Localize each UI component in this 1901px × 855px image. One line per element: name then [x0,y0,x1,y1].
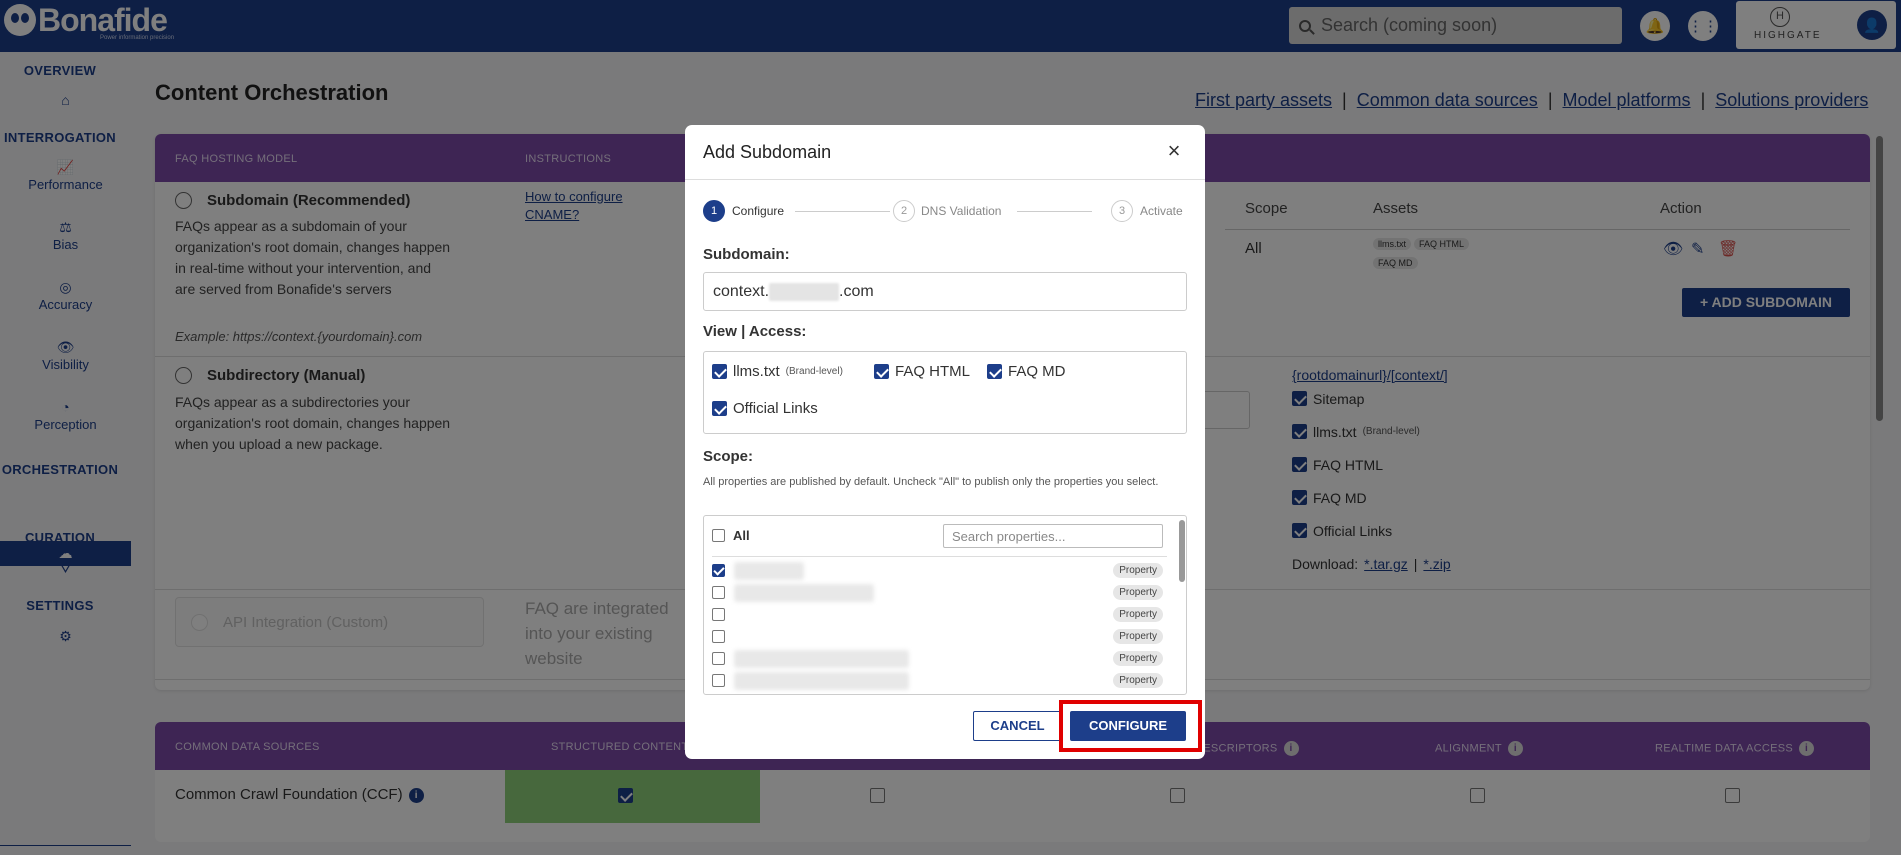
checkbox[interactable] [874,364,889,379]
option-label: Official Links [733,400,818,417]
step-1-indicator: 1 [703,200,725,222]
checkbox[interactable] [712,364,727,379]
access-faq-md-option[interactable]: FAQ MD [987,363,1066,380]
cancel-button[interactable]: CANCEL [973,711,1062,741]
modal-divider [685,179,1205,180]
property-tag: Property [1113,563,1163,578]
property-search-input[interactable] [943,524,1163,548]
checkbox[interactable] [712,674,725,687]
property-tag: Property [1113,585,1163,600]
add-subdomain-modal: Add Subdomain × 1 Configure 2 DNS Valida… [685,125,1205,759]
access-options: llms.txt (Brand-level) FAQ HTML FAQ MD Of… [703,351,1187,434]
redacted-property [734,650,909,668]
redacted-property [734,672,909,690]
checkbox[interactable] [712,586,725,599]
scope-help-text: All properties are published by default.… [703,476,1159,488]
redacted-property [734,562,804,580]
option-label: llms.txt [733,363,780,380]
checkbox[interactable] [712,529,725,542]
property-tag: Property [1113,651,1163,666]
configure-highlight-box [1059,700,1202,752]
property-row[interactable]: Property [712,650,1167,668]
checkbox[interactable] [712,630,725,643]
step-connector [1017,211,1092,212]
step-3-label: Activate [1140,204,1183,218]
property-tag: Property [1113,629,1163,644]
close-icon[interactable]: × [1163,140,1185,162]
property-row[interactable]: Property [712,584,1167,602]
redacted-domain [769,282,840,301]
checkbox[interactable] [712,652,725,665]
scope-scrollbar[interactable] [1179,520,1185,582]
modal-title: Add Subdomain [703,142,832,162]
property-row[interactable]: Property [712,672,1167,690]
scope-property-list: All Property Property Property Property … [703,515,1187,695]
subdomain-prefix: context. [713,283,770,300]
checkbox[interactable] [712,564,725,577]
property-tag: Property [1113,607,1163,622]
step-3-indicator: 3 [1111,200,1133,222]
property-row[interactable]: Property [712,628,1167,646]
checkbox[interactable] [712,608,725,621]
scope-divider [712,556,1167,557]
subdomain-suffix: .com [839,283,874,300]
access-field-label: View | Access: [703,323,807,340]
property-row[interactable]: Property [712,606,1167,624]
scope-all-option[interactable]: All [712,528,750,543]
subdomain-field-label: Subdomain: [703,246,790,263]
property-tag: Property [1113,673,1163,688]
option-label: FAQ HTML [895,363,971,380]
checkbox[interactable] [987,364,1002,379]
step-2-indicator: 2 [893,200,915,222]
step-connector [795,211,890,212]
redacted-property [734,584,874,602]
option-label: All [733,528,750,543]
access-llms-option[interactable]: llms.txt (Brand-level) [712,363,843,380]
access-official-links-option[interactable]: Official Links [712,400,818,417]
property-row[interactable]: Property [712,562,1167,580]
option-note: (Brand-level) [785,366,843,377]
option-label: FAQ MD [1008,363,1066,380]
access-faq-html-option[interactable]: FAQ HTML [874,363,970,380]
checkbox[interactable] [712,401,727,416]
step-1-label: Configure [732,204,785,218]
scope-field-label: Scope: [703,448,754,465]
subdomain-input[interactable]: context. .com [703,272,1187,311]
step-2-label: DNS Validation [921,204,1002,218]
